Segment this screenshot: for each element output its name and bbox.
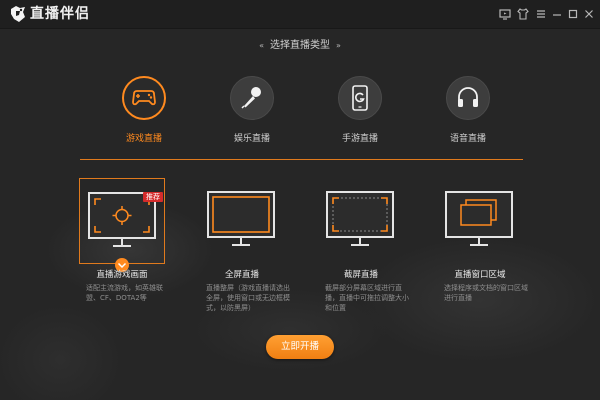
maximize-icon[interactable]	[565, 6, 581, 22]
tab-entertainment-live[interactable]: 娱乐直播	[207, 76, 297, 148]
section-title: « 选择直播类型 »	[0, 38, 600, 54]
mode-window-area-desc: 选择程序或文档的窗口区域进行直播	[444, 284, 528, 302]
tab-voice-live[interactable]: 语音直播	[423, 76, 513, 148]
tab-game-live-label: 游戏直播	[125, 134, 162, 144]
section-title-text: 选择直播类型	[270, 40, 330, 51]
tab-voice-live-label: 语音直播	[449, 134, 486, 144]
fullscreen-monitor-icon	[207, 191, 275, 246]
mode-fullscreen-desc: 直播整屏（游戏直播请选出全屏，使用窗口或无边框模式，以防黑屏）	[206, 284, 290, 312]
title-deco-right: »	[336, 41, 341, 50]
mode-game-capture-desc: 适配主流游戏，如英雄联盟、CF、DOTA2等	[86, 284, 163, 302]
mode-fullscreen[interactable]	[199, 178, 285, 264]
tab-game-live[interactable]: 游戏直播	[99, 76, 189, 148]
recommended-badge: 推荐	[143, 192, 163, 202]
title-deco-left: «	[259, 41, 264, 50]
tab-entertainment-live-label: 娱乐直播	[233, 134, 270, 144]
logo-icon	[8, 4, 28, 24]
shirt-icon[interactable]	[515, 6, 531, 22]
mode-screenshot[interactable]	[318, 178, 404, 264]
minimize-icon[interactable]	[549, 6, 565, 22]
crop-monitor-icon	[326, 191, 394, 246]
phone-icon	[338, 76, 382, 120]
mode-screenshot-title: 截屏直播	[343, 270, 378, 280]
gamepad-icon	[122, 76, 166, 120]
headphones-icon	[446, 76, 490, 120]
divider	[80, 159, 523, 160]
mode-screenshot-desc: 截屏部分屏幕区域进行直播，直播中可拖拉调整大小和位置	[325, 284, 409, 312]
mode-fullscreen-title: 全屏直播	[224, 270, 259, 280]
mode-window-area-title: 直播窗口区域	[454, 270, 506, 280]
close-icon[interactable]	[581, 6, 597, 22]
microphone-icon	[230, 76, 274, 120]
tab-mobile-live[interactable]: 手游直播	[315, 76, 405, 148]
title-bar: 直播伴侣	[0, 0, 600, 29]
mode-game-capture-title: 直播游戏画面	[96, 270, 148, 280]
app-window: 直播伴侣 « 选择直播类型 » 游戏直播 娱乐直播 手游直播 语音直播 推荐 直…	[0, 0, 600, 400]
mode-window-area[interactable]	[437, 178, 523, 264]
app-title: 直播伴侣	[30, 6, 90, 22]
tab-mobile-live-label: 手游直播	[341, 134, 378, 144]
monitor-icon[interactable]	[497, 6, 513, 22]
start-live-button[interactable]: 立即开播	[266, 335, 334, 359]
menu-icon[interactable]	[533, 6, 549, 22]
window-monitor-icon	[445, 191, 513, 246]
mode-game-capture[interactable]: 推荐	[79, 178, 165, 272]
